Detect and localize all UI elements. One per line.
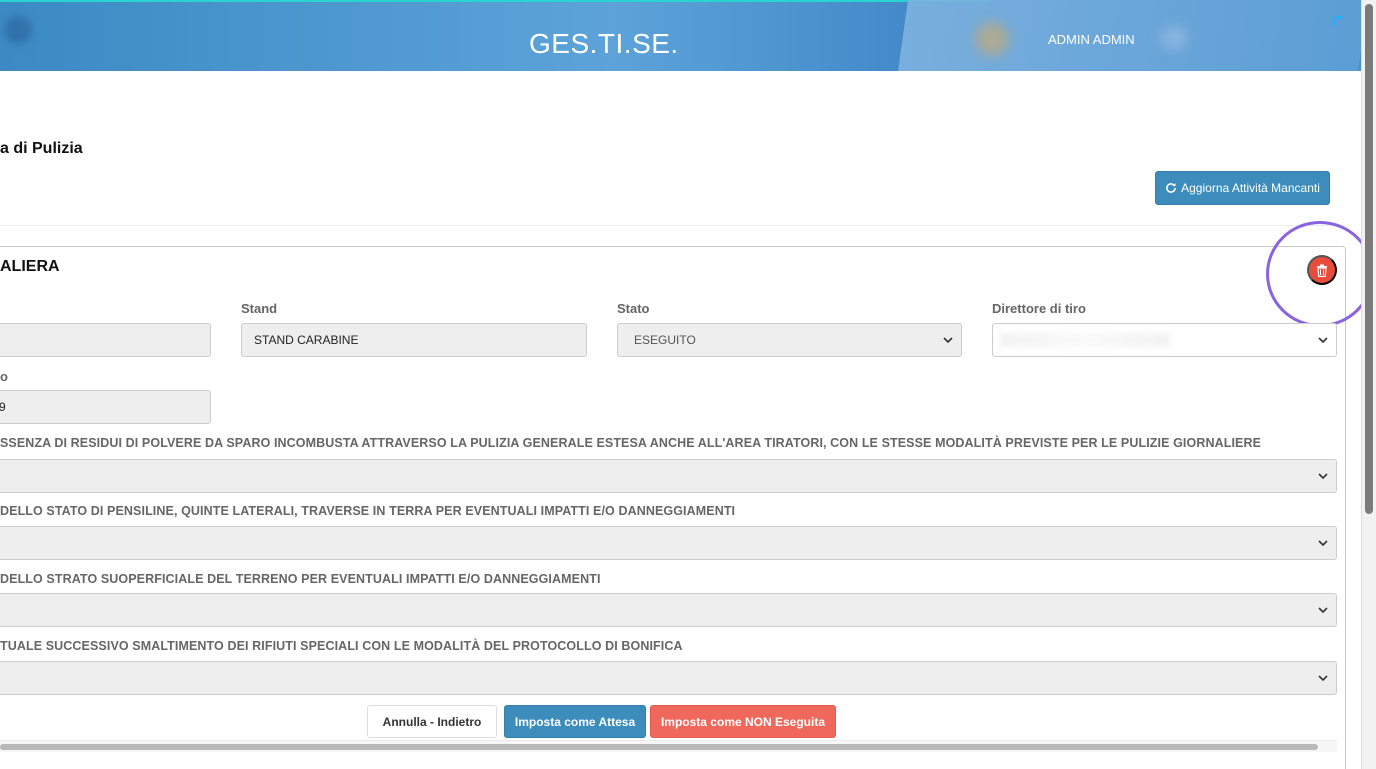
stand-label: Stand — [241, 301, 278, 316]
top-navbar: GES.TI.SE. ADMIN ADMIN — [0, 0, 1361, 71]
refresh-icon — [1166, 183, 1176, 193]
page: GES.TI.SE. ADMIN ADMIN a di Pulizia Aggi… — [0, 0, 1376, 769]
partial-field[interactable]: 9 — [0, 390, 211, 424]
brand-title: GES.TI.SE. — [529, 28, 679, 59]
checklist-label-2: DELLO STATO DI PENSILINE, QUINTE LATERAL… — [0, 504, 736, 518]
loading-spinner-icon — [1333, 16, 1345, 28]
direttore-placeholder — [1000, 333, 1170, 347]
page-title: a di Pulizia — [0, 140, 83, 157]
horizontal-scrollbar-thumb[interactable] — [0, 744, 1318, 750]
menu-toggle-icon[interactable] — [4, 16, 32, 44]
chevron-down-icon — [1318, 675, 1328, 682]
checklist-select-1[interactable] — [0, 459, 1337, 493]
chevron-down-icon — [1318, 540, 1328, 547]
stato-select[interactable]: ESEGUITO — [617, 323, 962, 357]
checklist-label-4: TUALE SUCCESSIVO SMALTIMENTO DEI RIFIUTI… — [0, 639, 683, 653]
checklist-label-3: DELLO STRATO SUOPERFICIALE DEL TERRENO P… — [0, 572, 601, 586]
refresh-missing-activities-button[interactable]: Aggiorna Attività Mancanti — [1155, 171, 1330, 205]
navbar-icon[interactable] — [1160, 26, 1188, 50]
vertical-scrollbar[interactable] — [1361, 0, 1376, 769]
cancel-back-button[interactable]: Annulla - Indietro — [367, 705, 497, 738]
refresh-button-label: Aggiorna Attività Mancanti — [1181, 181, 1320, 195]
panel-title: ALIERA — [0, 258, 60, 275]
checklist-select-2[interactable] — [0, 526, 1337, 560]
set-waiting-button[interactable]: Imposta come Attesa — [504, 705, 646, 738]
highlight-circle — [1266, 221, 1374, 327]
horizontal-scrollbar[interactable] — [0, 740, 1337, 752]
chevron-down-icon — [1318, 607, 1328, 614]
checklist-select-4[interactable] — [0, 661, 1337, 695]
loading-progress-bar — [0, 0, 990, 2]
chevron-down-icon — [1318, 473, 1328, 480]
chevron-down-icon — [1318, 337, 1328, 344]
checklist-select-3[interactable] — [0, 593, 1337, 627]
set-not-done-button[interactable]: Imposta come NON Eseguita — [650, 705, 836, 738]
checklist-label-1: SSENZA DI RESIDUI DI POLVERE DA SPARO IN… — [0, 436, 1262, 450]
stand-field[interactable]: STAND CARABINE — [241, 323, 587, 357]
chevron-down-icon — [943, 337, 953, 344]
divider — [0, 225, 1345, 226]
vertical-scrollbar-thumb[interactable] — [1365, 4, 1373, 514]
stato-value: ESEGUITO — [634, 333, 696, 347]
partial-label: o — [0, 369, 8, 384]
user-avatar[interactable] — [975, 22, 1009, 56]
user-name[interactable]: ADMIN ADMIN — [1048, 32, 1135, 47]
direttore-label: Direttore di tiro — [992, 301, 1086, 316]
date-field[interactable] — [0, 323, 211, 357]
stato-label: Stato — [617, 301, 650, 316]
